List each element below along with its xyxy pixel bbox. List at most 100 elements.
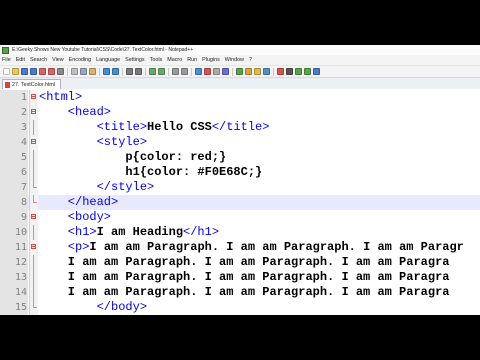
line-number: 4	[20, 137, 27, 148]
show-all-icon[interactable]	[204, 68, 211, 75]
fold-margin[interactable]	[29, 240, 38, 255]
code-text: <head>	[39, 105, 111, 120]
redo-icon[interactable]	[112, 68, 119, 75]
code-line[interactable]: 6 h1{color: #F0E68C;}	[0, 165, 480, 180]
code-editor[interactable]: 1 <html> 2 <head> 3 <title>Hello CSS</title…	[0, 89, 480, 315]
sync-v-icon[interactable]	[172, 68, 179, 75]
text-token: I am Heading	[96, 225, 184, 239]
fold-collapse-icon[interactable]	[31, 139, 36, 144]
code-line[interactable]: 4 <style>	[0, 135, 480, 150]
code-line[interactable]: 10 <h1>I am Heading</h1>	[0, 225, 480, 240]
open-file-icon[interactable]	[12, 68, 19, 75]
close-icon[interactable]	[39, 68, 46, 75]
fold-line-marker	[33, 165, 34, 180]
fold-margin[interactable]	[29, 195, 38, 210]
menu-tools[interactable]: Tools	[150, 57, 163, 63]
fold-margin[interactable]	[29, 255, 38, 270]
record-icon[interactable]	[277, 68, 284, 75]
wrap-icon[interactable]	[195, 68, 202, 75]
line-number: 8	[20, 197, 27, 208]
menu-plugins[interactable]: Plugins	[202, 57, 220, 63]
fold-end-marker	[33, 300, 37, 308]
line-number: 7	[20, 182, 27, 193]
code-line[interactable]: 11 <p>I am am Paragraph. I am am Paragra…	[0, 240, 480, 255]
code-line[interactable]: 2 <head>	[0, 105, 480, 120]
fold-end-marker	[33, 195, 37, 203]
text-token: p{color: red;}	[39, 150, 227, 164]
zoom-in-icon[interactable]	[149, 68, 156, 75]
html-tag-token: <p>	[39, 240, 90, 254]
play-multi-icon[interactable]	[304, 68, 311, 75]
monitor-icon[interactable]	[263, 68, 270, 75]
fold-margin[interactable]	[29, 300, 38, 315]
fold-collapse-icon[interactable]	[31, 214, 36, 219]
copy-icon[interactable]	[80, 68, 87, 75]
fold-collapse-icon[interactable]	[31, 94, 36, 99]
func-list-icon[interactable]	[245, 68, 252, 75]
menu-edit[interactable]: Edit	[16, 57, 25, 63]
code-line[interactable]: 1 <html>	[0, 90, 480, 105]
fold-line-marker	[33, 120, 34, 135]
fold-margin[interactable]	[29, 105, 38, 120]
fold-margin[interactable]	[29, 135, 38, 150]
code-line[interactable]: 9 <body>	[0, 210, 480, 225]
code-text: I am am Paragraph. I am am Paragraph. I …	[39, 270, 450, 285]
menu-view[interactable]: View	[52, 57, 64, 63]
fold-line-marker	[33, 150, 34, 165]
save-all-icon[interactable]	[30, 68, 37, 75]
lang-icon[interactable]	[222, 68, 229, 75]
fold-margin[interactable]	[29, 90, 38, 105]
menu-file[interactable]: File	[2, 57, 11, 63]
save-icon[interactable]	[21, 68, 28, 75]
sync-h-icon[interactable]	[181, 68, 188, 75]
fold-margin[interactable]	[29, 120, 38, 135]
code-line[interactable]: 3 <title>Hello CSS</title>	[0, 120, 480, 135]
undo-icon[interactable]	[103, 68, 110, 75]
fold-margin[interactable]	[29, 180, 38, 195]
menu-run[interactable]: Run	[187, 57, 197, 63]
menu-encoding[interactable]: Encoding	[69, 57, 91, 63]
fold-margin[interactable]	[29, 270, 38, 285]
menu-language[interactable]: Language	[96, 57, 120, 63]
fold-margin[interactable]	[29, 210, 38, 225]
code-line[interactable]: 15 </body>	[0, 300, 480, 315]
html-tag-token: <style>	[39, 135, 148, 149]
new-file-icon[interactable]	[3, 68, 10, 75]
fold-margin[interactable]	[29, 150, 38, 165]
print-icon[interactable]	[57, 68, 64, 75]
code-line[interactable]: 14 I am am Paragraph. I am am Paragraph.…	[0, 285, 480, 300]
save-macro-icon[interactable]	[313, 68, 320, 75]
map-icon[interactable]	[236, 68, 243, 75]
notepad-app-icon	[2, 46, 9, 54]
fold-collapse-icon[interactable]	[31, 109, 36, 114]
cut-icon[interactable]	[71, 68, 78, 75]
menu-macro[interactable]: Macro	[167, 57, 182, 63]
zoom-out-icon[interactable]	[158, 68, 165, 75]
close-all-icon[interactable]	[48, 68, 55, 75]
code-line[interactable]: 8 </head>	[0, 195, 480, 210]
html-tag-token: </body>	[39, 300, 148, 314]
fold-collapse-icon[interactable]	[31, 244, 36, 249]
code-line[interactable]: 7 </style>	[0, 180, 480, 195]
menu-window[interactable]: Window	[225, 57, 244, 63]
code-text: <style>	[39, 135, 147, 150]
menu-settings[interactable]: Settings	[125, 57, 144, 63]
code-line[interactable]: 12 I am am Paragraph. I am am Paragraph.…	[0, 255, 480, 270]
play-icon[interactable]	[295, 68, 302, 75]
fold-margin[interactable]	[29, 225, 38, 240]
find-icon[interactable]	[126, 68, 133, 75]
stop-icon[interactable]	[286, 68, 293, 75]
menu-search[interactable]: Search	[30, 57, 47, 63]
indent-guide-icon[interactable]	[213, 68, 220, 75]
code-line[interactable]: 5 p{color: red;}	[0, 150, 480, 165]
replace-icon[interactable]	[135, 68, 142, 75]
fold-margin[interactable]	[29, 285, 38, 300]
folder-icon[interactable]	[254, 68, 261, 75]
fold-line-marker	[33, 285, 34, 300]
text-token: I am am Paragraph. I am am Paragraph. I …	[39, 255, 450, 269]
code-text: p{color: red;}	[39, 150, 226, 165]
paste-icon[interactable]	[89, 68, 96, 75]
menu-help[interactable]: ?	[249, 57, 252, 63]
code-line[interactable]: 13 I am am Paragraph. I am am Paragraph.…	[0, 270, 480, 285]
fold-margin[interactable]	[29, 165, 38, 180]
